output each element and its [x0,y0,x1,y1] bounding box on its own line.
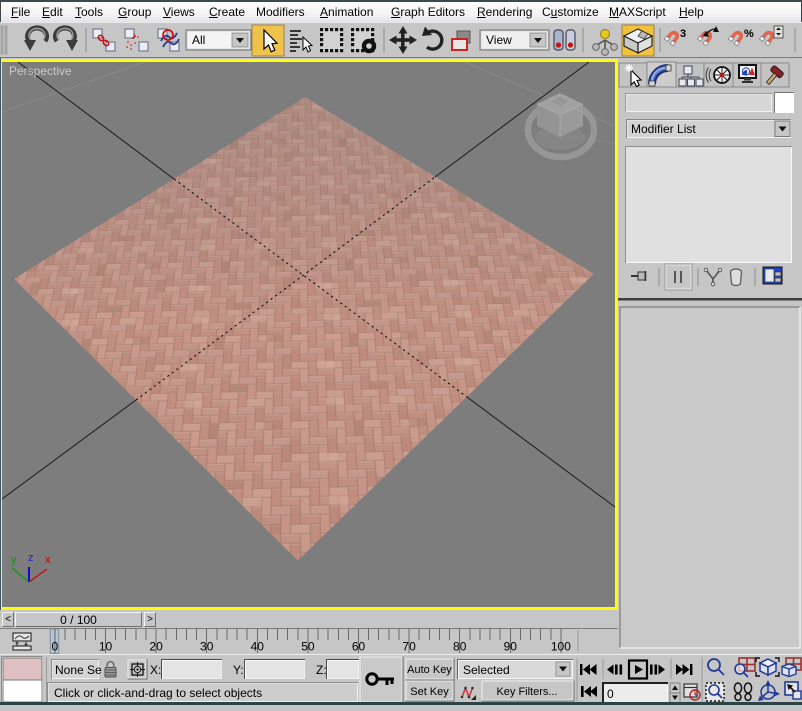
svg-text:y: y [11,554,17,566]
svg-text:80: 80 [453,640,467,654]
svg-text:0: 0 [52,640,59,654]
svg-text:View: View [486,33,512,47]
svg-text:Modifier List: Modifier List [631,122,696,136]
svg-text:All: All [192,33,205,47]
svg-text:%: % [744,28,754,40]
svg-text:20: 20 [149,640,163,654]
svg-text:X:: X: [150,663,161,677]
svg-text:40: 40 [251,640,265,654]
svg-text:Selected: Selected [463,663,510,677]
svg-text:Auto Key: Auto Key [407,664,452,676]
svg-text:z: z [28,552,34,564]
svg-text:100: 100 [551,640,571,654]
svg-text:60: 60 [352,640,366,654]
svg-text:Click or click-and-drag to sel: Click or click-and-drag to select object… [54,686,262,700]
svg-text:Z:: Z: [316,663,327,677]
svg-text:3: 3 [680,28,686,40]
svg-text:Key Filters...: Key Filters... [496,686,557,698]
svg-text:None Se: None Se [55,663,102,677]
svg-text:Set Key: Set Key [410,686,449,698]
svg-text:0: 0 [607,687,614,701]
svg-text:30: 30 [200,640,214,654]
svg-text:90: 90 [504,640,518,654]
svg-text:x: x [45,554,51,566]
svg-text:50: 50 [301,640,315,654]
svg-text:10: 10 [99,640,113,654]
svg-text:Y:: Y: [233,663,244,677]
svg-text:70: 70 [402,640,416,654]
